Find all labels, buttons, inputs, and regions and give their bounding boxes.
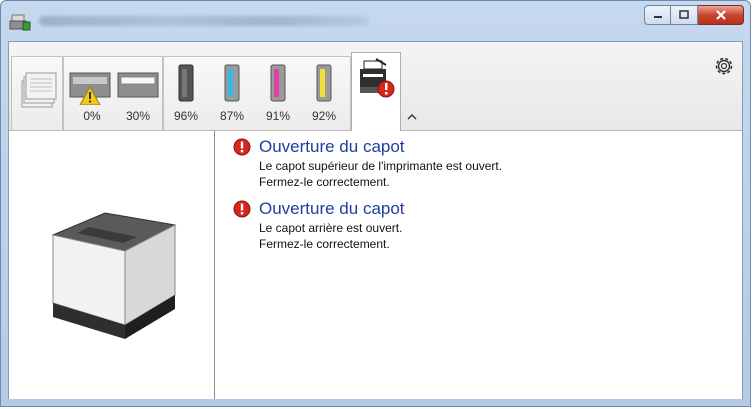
toner-magenta-icon xyxy=(270,64,286,102)
chevron-up-icon xyxy=(407,114,417,120)
maximize-icon xyxy=(679,10,689,19)
message-item: Ouverture du capot Le capot supérieur de… xyxy=(231,136,502,190)
paper-group[interactable] xyxy=(11,56,63,130)
window-title xyxy=(39,16,369,26)
toner-cyan-icon xyxy=(224,64,240,102)
tray-2-level: 30% xyxy=(125,109,151,123)
title-bar[interactable] xyxy=(1,1,750,41)
close-button[interactable] xyxy=(698,5,744,25)
minimize-icon xyxy=(653,16,662,18)
message-text: Fermez-le correctement. xyxy=(259,237,390,251)
paper-stack-icon xyxy=(21,72,57,108)
toner-yellow-icon xyxy=(316,64,332,102)
message-title[interactable]: Ouverture du capot xyxy=(259,136,502,158)
minimize-button[interactable] xyxy=(644,5,671,25)
toner-black-icon xyxy=(178,64,194,102)
message-item: Ouverture du capot Le capot arrière est … xyxy=(231,198,502,252)
status-monitor-window: 0% 30% 96% 87% 91% 92% Ouverture du capo… xyxy=(0,0,751,407)
paper-trays-group[interactable]: 0% 30% xyxy=(63,56,163,130)
gear-icon[interactable] xyxy=(712,54,736,78)
maximize-button[interactable] xyxy=(671,5,698,25)
printer-error-icon xyxy=(360,58,395,98)
toner-cyan-level: 87% xyxy=(219,109,245,123)
toner-yellow-level: 92% xyxy=(311,109,337,123)
message-title[interactable]: Ouverture du capot xyxy=(259,198,502,220)
tray-icon xyxy=(69,72,111,105)
message-text: Le capot supérieur de l'imprimante est o… xyxy=(259,159,503,173)
status-toolbar: 0% 30% 96% 87% 91% 92% xyxy=(9,42,742,131)
bottom-frame xyxy=(8,399,743,403)
message-text: Fermez-le correctement. xyxy=(259,175,390,189)
printer-image xyxy=(51,212,177,339)
error-icon xyxy=(233,200,251,218)
printer-image-pane xyxy=(9,131,215,399)
tray-1-level: 0% xyxy=(83,109,101,123)
client-area: 0% 30% 96% 87% 91% 92% Ouverture du capo… xyxy=(8,41,743,400)
device-status-tab[interactable] xyxy=(351,52,401,131)
close-icon xyxy=(715,10,726,20)
error-icon xyxy=(233,138,251,156)
message-text: Le capot arrière est ouvert. xyxy=(259,221,403,235)
toner-group[interactable]: 96% 87% 91% 92% xyxy=(163,56,351,130)
toner-magenta-level: 91% xyxy=(265,109,291,123)
toner-black-level: 96% xyxy=(173,109,199,123)
message-list: Ouverture du capot Le capot supérieur de… xyxy=(231,136,502,260)
tray-icon xyxy=(117,72,159,98)
printer-app-icon xyxy=(9,14,31,31)
collapse-toggle[interactable] xyxy=(407,112,417,123)
